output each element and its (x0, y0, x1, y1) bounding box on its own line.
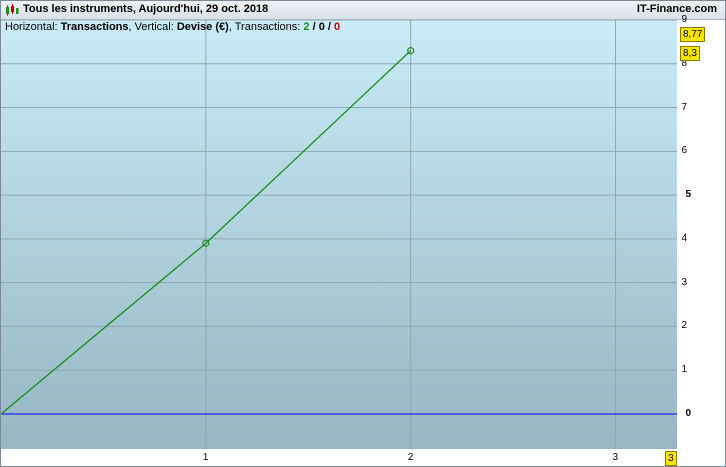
x-tick-label: 1 (202, 452, 209, 463)
plot-background (1, 20, 677, 449)
info-line: Horizontal: Transactions, Vertical: Devi… (5, 21, 341, 33)
y-tick-label: 1 (681, 364, 687, 376)
y-tick-label: 7 (681, 101, 687, 113)
top-value-badge: 8,77 (680, 27, 706, 42)
y-tick-label: 3 (681, 276, 687, 288)
separator: / (309, 21, 319, 33)
vertical-value: Devise (€) (176, 21, 229, 33)
vertical-label: Vertical: (134, 21, 174, 33)
y-tick-label: 6 (681, 145, 687, 157)
x-tick-label: 3 (612, 452, 619, 463)
x-axis[interactable]: 1 2 3 (1, 449, 677, 466)
horizontal-value: Transactions (60, 21, 129, 33)
y-tick-label: 4 (681, 232, 687, 244)
y-tick-label: 0 (685, 407, 691, 419)
y-tick-label: 5 (685, 189, 691, 201)
y-axis[interactable]: 0123456789 (677, 14, 725, 466)
brand-label: IT-Finance.com (636, 3, 717, 15)
window-title: Tous les instruments, Aujourd'hui, 29 oc… (23, 3, 269, 15)
y-tick-label: 2 (681, 320, 687, 332)
x-current-badge: 3 (665, 451, 677, 466)
chart-window: Tous les instruments, Aujourd'hui, 29 oc… (0, 0, 726, 467)
losers-count: 0 (334, 21, 341, 33)
title-bar: Tous les instruments, Aujourd'hui, 29 oc… (1, 1, 725, 20)
candlestick-icon (6, 4, 19, 16)
x-tick-label: 2 (407, 452, 414, 463)
plot-area[interactable] (1, 20, 677, 449)
horizontal-label: Horizontal: (5, 21, 58, 33)
separator: / (324, 21, 335, 33)
y-tick-label: 9 (681, 14, 687, 25)
transactions-label: Transactions: (234, 21, 301, 33)
last-value-badge: 8,3 (680, 46, 700, 61)
